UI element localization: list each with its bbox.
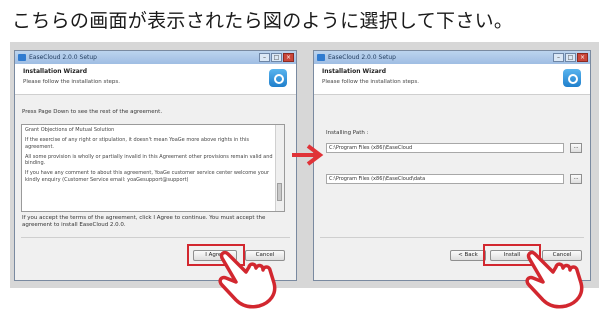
easecloud-logo-icon xyxy=(563,69,581,87)
maximize-button[interactable]: □ xyxy=(565,53,576,62)
pointing-hand-icon xyxy=(525,250,584,309)
license-window: EaseCloud 2.0.0 Setup – □ × Installation… xyxy=(14,50,297,281)
window2-header-title: Installation Wizard xyxy=(322,68,387,75)
accept-text: If you accept the terms of the agreement… xyxy=(22,215,266,228)
data-path-field[interactable]: C:\Program Files (x86)\EaseCloud\data xyxy=(326,174,564,184)
window2-controls: – □ × xyxy=(553,53,588,62)
window1-header: Installation Wizard Please follow the in… xyxy=(15,64,296,95)
license-paragraph: If you have any comment to about this ag… xyxy=(25,170,270,183)
app-icon xyxy=(317,54,325,61)
window1-titlebar[interactable]: EaseCloud 2.0.0 Setup – □ × xyxy=(15,51,296,64)
license-scrollbar[interactable] xyxy=(275,125,284,211)
close-button[interactable]: × xyxy=(577,53,588,62)
window2-title: EaseCloud 2.0.0 Setup xyxy=(328,54,396,61)
install-path-field[interactable]: C:\Program Files (x86)\EaseCloud xyxy=(326,143,564,153)
pointing-hand-icon xyxy=(218,250,277,309)
window1-divider xyxy=(21,237,290,238)
window2-titlebar[interactable]: EaseCloud 2.0.0 Setup – □ × xyxy=(314,51,590,64)
instruction-heading: こちらの画面が表示されたら図のように選択して下さい。 xyxy=(12,10,514,32)
window2-header-subtitle: Please follow the installation steps. xyxy=(322,79,419,85)
license-instruction: Press Page Down to see the rest of the a… xyxy=(22,109,163,115)
window1-header-subtitle: Please follow the installation steps. xyxy=(23,79,120,85)
back-button[interactable]: < Back xyxy=(450,250,486,261)
close-button[interactable]: × xyxy=(283,53,294,62)
install-path-window: EaseCloud 2.0.0 Setup – □ × Installation… xyxy=(313,50,591,281)
window1-title: EaseCloud 2.0.0 Setup xyxy=(29,54,97,61)
minimize-button[interactable]: – xyxy=(553,53,564,62)
browse-button-2[interactable]: ... xyxy=(570,174,582,184)
window2-divider xyxy=(320,237,584,238)
installing-path-label: Installing Path : xyxy=(326,130,369,136)
browse-button-1[interactable]: ... xyxy=(570,143,582,153)
right-arrow-icon xyxy=(292,144,324,166)
license-paragraph: If the exercise of any right or stipulat… xyxy=(25,137,250,150)
license-paragraph: Grant Objections of Mutual Solution xyxy=(25,127,115,133)
minimize-button[interactable]: – xyxy=(259,53,270,62)
app-icon xyxy=(18,54,26,61)
easecloud-logo-icon xyxy=(269,69,287,87)
license-textbox[interactable]: Grant Objections of Mutual Solution If t… xyxy=(21,124,285,212)
window1-header-title: Installation Wizard xyxy=(23,68,88,75)
maximize-button[interactable]: □ xyxy=(271,53,282,62)
license-paragraph: All some provision is wholly or partiall… xyxy=(25,153,273,167)
scrollbar-thumb[interactable] xyxy=(277,183,282,201)
window1-controls: – □ × xyxy=(259,53,294,62)
window2-header: Installation Wizard Please follow the in… xyxy=(314,64,590,95)
